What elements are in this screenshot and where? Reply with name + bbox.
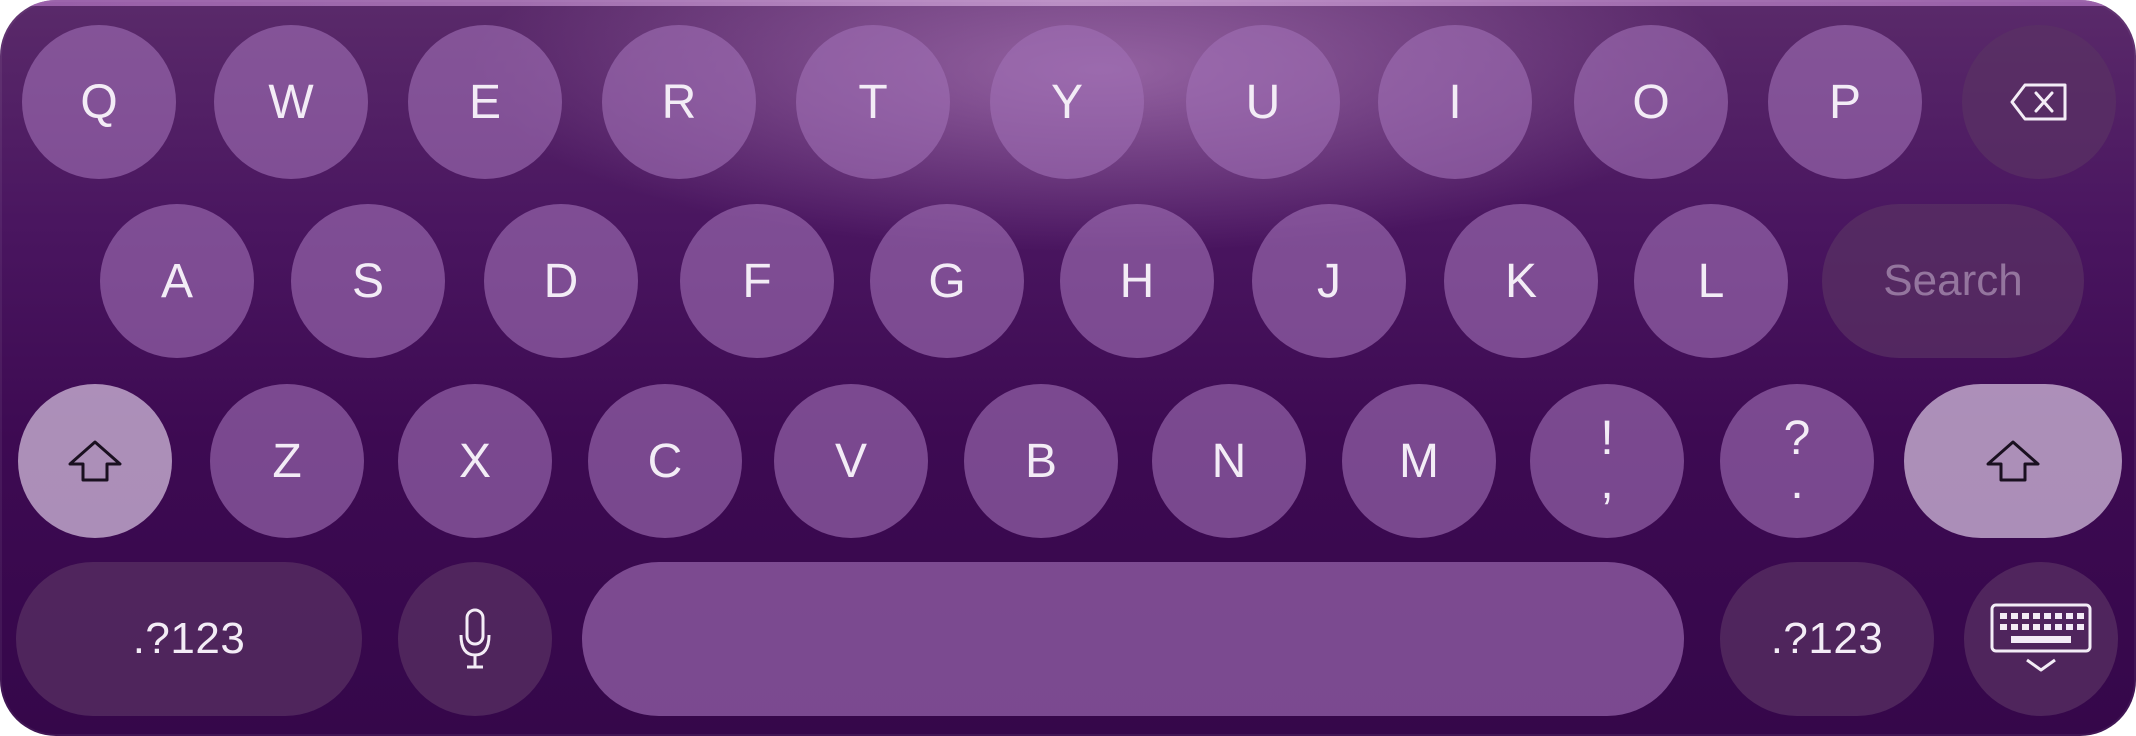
key-m[interactable]: M: [1342, 384, 1496, 538]
backspace-key[interactable]: [1962, 25, 2116, 179]
key-q[interactable]: Q: [22, 25, 176, 179]
key-top-char: ?: [1783, 412, 1811, 465]
key-i[interactable]: I: [1378, 25, 1532, 179]
key-e[interactable]: E: [408, 25, 562, 179]
punct-stack: ! ,: [1600, 412, 1614, 509]
key-a[interactable]: A: [100, 204, 254, 358]
key-h[interactable]: H: [1060, 204, 1214, 358]
key-s[interactable]: S: [291, 204, 445, 358]
key-question-period[interactable]: ? .: [1720, 384, 1874, 538]
key-g[interactable]: G: [870, 204, 1024, 358]
key-v[interactable]: V: [774, 384, 928, 538]
key-f[interactable]: F: [680, 204, 834, 358]
key-d[interactable]: D: [484, 204, 638, 358]
numbers-key-right[interactable]: .?123: [1720, 562, 1934, 716]
shift-key-left[interactable]: [18, 384, 172, 538]
key-x[interactable]: X: [398, 384, 552, 538]
key-r[interactable]: R: [602, 25, 756, 179]
key-n[interactable]: N: [1152, 384, 1306, 538]
key-l[interactable]: L: [1634, 204, 1788, 358]
shift-key-right[interactable]: [1904, 384, 2122, 538]
key-t[interactable]: T: [796, 25, 950, 179]
key-bottom-char: ,: [1600, 456, 1614, 509]
key-bottom-char: .: [1790, 456, 1804, 509]
hide-keyboard-key[interactable]: [1964, 562, 2118, 716]
punct-stack: ? .: [1783, 412, 1811, 509]
backspace-icon: [2010, 83, 2067, 121]
key-u[interactable]: U: [1186, 25, 1340, 179]
key-p[interactable]: P: [1768, 25, 1922, 179]
key-top-char: !: [1600, 412, 1614, 465]
key-y[interactable]: Y: [990, 25, 1144, 179]
shift-icon: [1986, 440, 2040, 482]
key-o[interactable]: O: [1574, 25, 1728, 179]
space-bar[interactable]: [582, 562, 1684, 716]
key-k[interactable]: K: [1444, 204, 1598, 358]
key-b[interactable]: B: [964, 384, 1118, 538]
microphone-key[interactable]: [398, 562, 552, 716]
on-screen-keyboard: Q W E R T Y U I O P A S D F G H J K L Se…: [0, 0, 2136, 736]
keyboard-hide-icon: [1990, 603, 2092, 672]
shift-icon: [68, 440, 122, 482]
key-c[interactable]: C: [588, 384, 742, 538]
key-w[interactable]: W: [214, 25, 368, 179]
microphone-icon: [459, 608, 491, 669]
key-exclamation-comma[interactable]: ! ,: [1530, 384, 1684, 538]
numbers-key-left[interactable]: .?123: [16, 562, 362, 716]
search-key[interactable]: Search: [1822, 204, 2084, 358]
key-j[interactable]: J: [1252, 204, 1406, 358]
key-z[interactable]: Z: [210, 384, 364, 538]
